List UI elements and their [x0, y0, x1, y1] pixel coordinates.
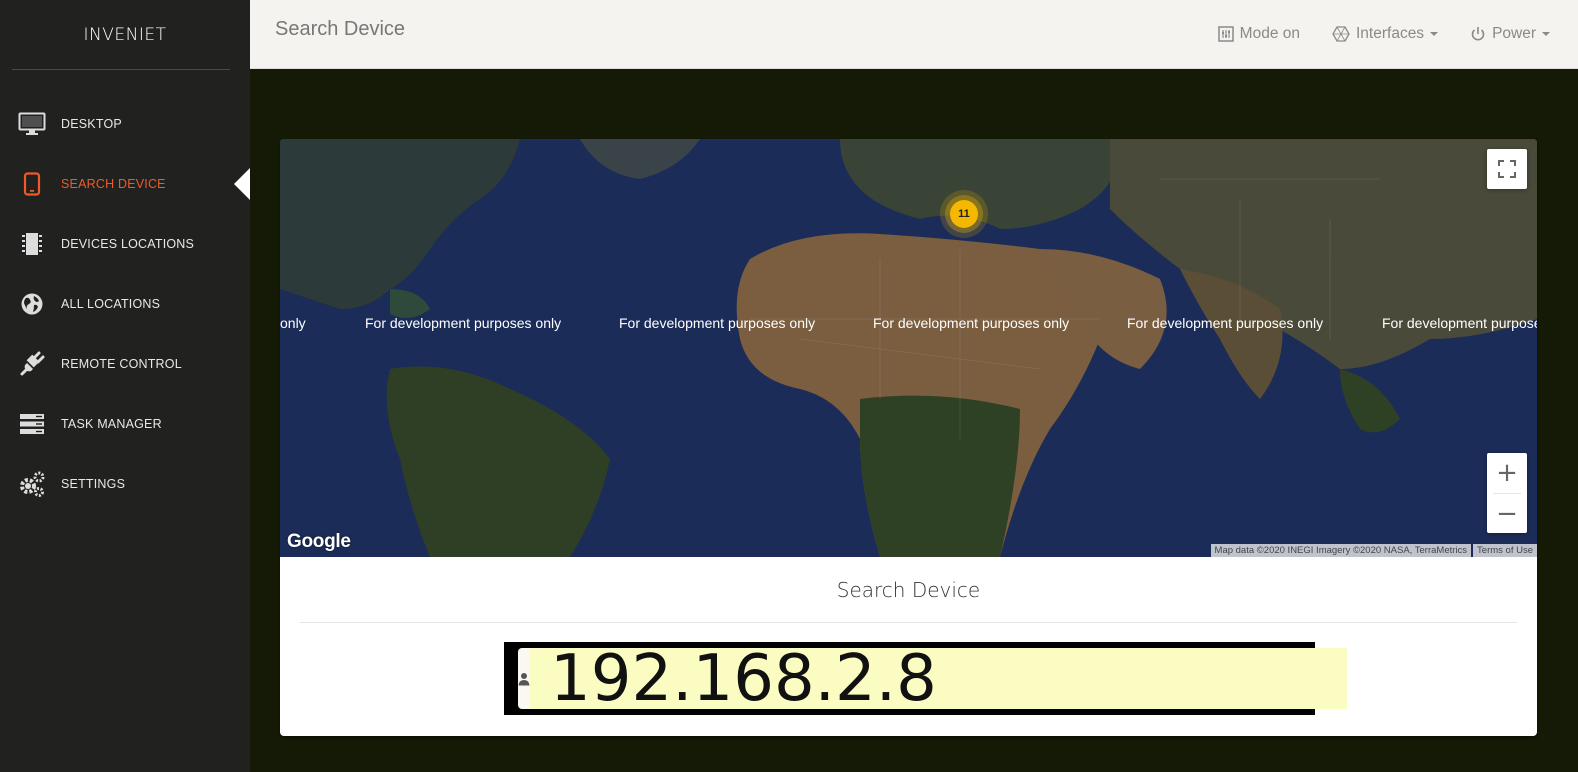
server-icon: [18, 410, 46, 438]
user-icon: [518, 672, 530, 685]
tablet-icon: [18, 170, 46, 198]
cluster-count: 11: [958, 208, 970, 220]
dev-watermark: For development purposes only: [873, 315, 1070, 331]
ip-search-input[interactable]: [530, 648, 1347, 709]
plug-icon: [18, 350, 46, 378]
world-map[interactable]: only For development purposes only For d…: [280, 139, 1537, 557]
sidebar-item-label: ALL LOCATIONS: [61, 297, 161, 311]
monitor-icon: [18, 110, 46, 138]
zoom-in-button[interactable]: +: [1487, 453, 1527, 493]
sidebar-item-label: DEVICES LOCATIONS: [61, 237, 195, 251]
sidebar-item-label: SEARCH DEVICE: [61, 177, 166, 191]
sidebar-item-label: SETTINGS: [61, 477, 126, 491]
brand-divider: [12, 69, 230, 70]
power-icon: [1471, 27, 1485, 41]
dev-watermark: For development purposes only: [619, 315, 816, 331]
sidebar-item-label: REMOTE CONTROL: [61, 357, 182, 371]
satellite-imagery: [280, 139, 1537, 557]
sidebar-item-desktop[interactable]: DESKTOP: [0, 94, 250, 154]
dev-watermark: For development purposes only: [1127, 315, 1324, 331]
interfaces-dropdown[interactable]: Interfaces: [1332, 25, 1439, 43]
chevron-down-icon: [1542, 32, 1550, 36]
search-addon: [518, 648, 530, 709]
interfaces-label: Interfaces: [1356, 25, 1425, 42]
search-box: [504, 642, 1347, 715]
google-logo[interactable]: Google: [287, 531, 351, 553]
search-input-group: [518, 648, 1347, 709]
sidebar-item-task-manager[interactable]: TASK MANAGER: [0, 394, 250, 454]
equalizer-icon: [1217, 26, 1234, 42]
gears-icon: [18, 470, 46, 498]
fullscreen-icon: [1498, 160, 1516, 178]
sidebar-item-label: DESKTOP: [61, 117, 122, 131]
sidebar: INVENIET DESKTOP SEARCH DEVICE DEVICES L…: [0, 0, 250, 772]
zoom-out-button[interactable]: −: [1487, 494, 1527, 534]
dev-watermark: For development purposes only: [365, 315, 562, 331]
mode-label: Mode on: [1239, 25, 1300, 42]
minus-icon: −: [1496, 499, 1518, 529]
sidebar-nav: DESKTOP SEARCH DEVICE DEVICES LOCATIONS …: [0, 94, 250, 514]
sidebar-item-devices-locations[interactable]: DEVICES LOCATIONS: [0, 214, 250, 274]
page-title: Search Device: [275, 17, 406, 40]
top-navbar: Search Device Mode on Interfaces Power: [250, 0, 1578, 69]
sidebar-item-remote-control[interactable]: REMOTE CONTROL: [0, 334, 250, 394]
marker-cluster[interactable]: 11: [940, 190, 988, 238]
attribution-text: Map data ©2020 INEGI Imagery ©2020 NASA,…: [1210, 544, 1472, 557]
dev-watermark-row: only For development purposes only For d…: [280, 315, 1537, 333]
search-header: Search Device: [300, 557, 1517, 623]
plus-icon: +: [1496, 458, 1518, 488]
sidebar-item-label: TASK MANAGER: [61, 417, 162, 431]
mode-toggle[interactable]: Mode on: [1217, 25, 1300, 43]
chevron-down-icon: [1430, 32, 1439, 36]
map-attribution: Map data ©2020 INEGI Imagery ©2020 NASA,…: [1210, 544, 1537, 557]
top-actions: Mode on Interfaces Power: [1186, 25, 1550, 43]
chip-icon: [18, 230, 46, 258]
terms-link[interactable]: Terms of Use: [1473, 544, 1537, 557]
brand-logo[interactable]: INVENIET: [0, 0, 250, 69]
network-icon: [1332, 26, 1350, 42]
dev-watermark: For development purpose: [1382, 315, 1537, 331]
dev-watermark: only: [280, 315, 306, 331]
globe-icon: [18, 290, 46, 318]
sidebar-item-all-locations[interactable]: ALL LOCATIONS: [0, 274, 250, 334]
sidebar-item-search-device[interactable]: SEARCH DEVICE: [0, 154, 250, 214]
power-label: Power: [1492, 25, 1536, 42]
search-title: Search Device: [836, 577, 981, 602]
power-dropdown[interactable]: Power: [1470, 25, 1550, 43]
fullscreen-button[interactable]: [1487, 149, 1527, 189]
zoom-control: + −: [1487, 453, 1527, 533]
active-indicator: [234, 168, 250, 200]
sidebar-item-settings[interactable]: SETTINGS: [0, 454, 250, 514]
